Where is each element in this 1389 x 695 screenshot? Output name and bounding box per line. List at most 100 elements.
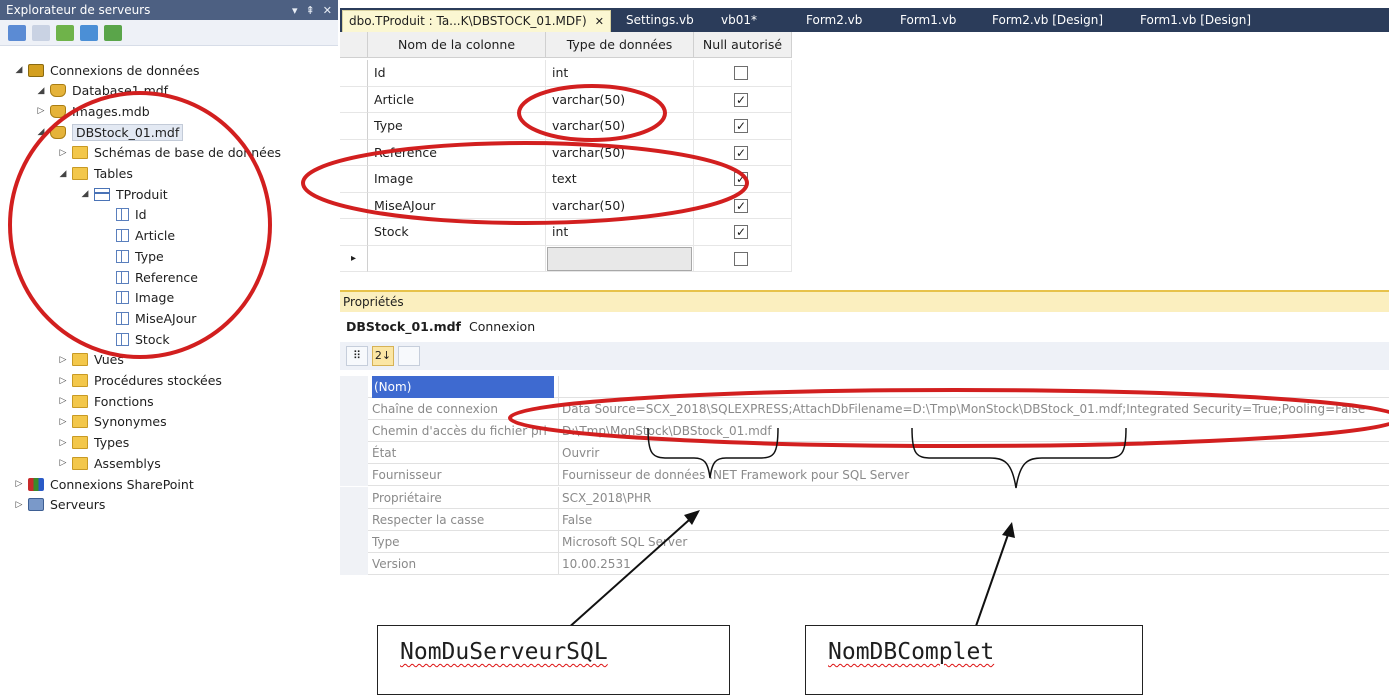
row-header[interactable] (340, 139, 368, 166)
data-type-cell[interactable]: int (546, 60, 694, 87)
document-tab[interactable]: Settings.vb (626, 10, 694, 32)
dropdown-icon[interactable]: ▾ (292, 4, 298, 17)
column-header-nullable[interactable]: Null autorisé (694, 32, 792, 58)
nullable-checkbox[interactable]: ✓ (734, 145, 748, 160)
connect-database-icon[interactable] (56, 24, 74, 41)
expand-arrow-icon[interactable]: ▷ (56, 417, 70, 427)
expand-arrow-icon[interactable]: ▷ (56, 376, 70, 386)
expand-arrow-icon[interactable]: ◢ (34, 127, 48, 137)
document-tab[interactable]: Form1.vb [Design] (1140, 10, 1251, 32)
table-row[interactable]: MiseAJour varchar(50) ✓ (340, 192, 792, 219)
tree-node[interactable]: Image (100, 288, 174, 308)
property-pages-icon[interactable] (398, 346, 420, 366)
property-value[interactable]: D:\TMP\MONSTOCK\DBSTOCK_01.MDF (558, 376, 791, 398)
tree-node[interactable]: ◢ Connexions de données (12, 60, 200, 80)
tree-node[interactable]: MiseAJour (100, 308, 196, 328)
tree-node[interactable]: ▷ Schémas de base de données (56, 143, 282, 163)
connect-sharepoint-icon[interactable] (80, 24, 98, 41)
property-value[interactable]: False (558, 508, 592, 531)
table-row[interactable]: Reference varchar(50) ✓ (340, 139, 792, 166)
column-name-cell[interactable]: Article (368, 86, 546, 113)
property-value[interactable]: Ouvrir (558, 442, 599, 465)
expand-arrow-icon[interactable]: ◢ (12, 65, 26, 75)
property-row[interactable]: Propriétaire SCX_2018\PHR (340, 486, 1389, 509)
document-tab[interactable]: Form2.vb [Design] (992, 10, 1103, 32)
tree-node[interactable]: ▷ Types (56, 433, 130, 453)
column-name-cell[interactable]: MiseAJour (368, 192, 546, 219)
expand-arrow-icon[interactable]: ◢ (78, 189, 92, 199)
property-row[interactable]: Version 10.00.2531 (340, 552, 1389, 575)
tree-node[interactable]: ▷ Assemblys (56, 453, 161, 473)
property-value[interactable]: Data Source=SCX_2018\SQLEXPRESS;AttachDb… (558, 398, 1365, 421)
data-type-cell[interactable]: varchar(50) (546, 192, 694, 219)
data-type-cell[interactable]: text (546, 166, 694, 193)
tree-node[interactable]: ◢ DBStock_01.mdf (34, 122, 184, 142)
data-type-cell[interactable]: varchar(50) (546, 113, 694, 140)
column-header-name[interactable]: Nom de la colonne (368, 32, 546, 58)
stop-icon[interactable] (32, 24, 50, 41)
tree-node[interactable]: ◢ Database1.mdf (34, 81, 169, 101)
tree-node[interactable]: Stock (100, 329, 170, 349)
expand-arrow-icon[interactable]: ▷ (56, 148, 70, 158)
new-data-type-cell[interactable] (546, 245, 694, 272)
new-data-type-input[interactable] (547, 246, 692, 271)
row-header[interactable] (340, 86, 368, 113)
data-type-cell[interactable]: int (546, 219, 694, 246)
connect-server-icon[interactable] (104, 24, 122, 41)
row-header[interactable] (340, 60, 368, 87)
property-row[interactable]: Fournisseur Fournisseur de données .NET F… (340, 464, 1389, 487)
tree-node[interactable]: ▷ Serveurs (12, 495, 106, 515)
property-row[interactable]: État Ouvrir (340, 442, 1389, 465)
properties-object-selector[interactable]: DBStock_01.mdf Connexion (340, 312, 1389, 342)
expand-arrow-icon[interactable]: ▷ (34, 106, 48, 116)
column-name-cell[interactable]: Stock (368, 219, 546, 246)
table-row[interactable]: Article varchar(50) ✓ (340, 86, 792, 113)
column-name-cell[interactable]: Id (368, 60, 546, 87)
row-header[interactable] (340, 113, 368, 140)
tree-node[interactable]: Id (100, 205, 147, 225)
nullable-checkbox[interactable] (734, 66, 748, 80)
tree-node[interactable]: ▷ Vues (56, 350, 124, 370)
nullable-checkbox[interactable]: ✓ (734, 198, 748, 213)
property-row[interactable]: Type Microsoft SQL Server (340, 530, 1389, 553)
tree-node[interactable]: ▷ Procédures stockées (56, 371, 222, 391)
nullable-checkbox[interactable]: ✓ (734, 225, 748, 239)
nullable-checkbox[interactable]: ✓ (734, 119, 748, 133)
categorized-icon[interactable]: ⠿ (346, 346, 368, 366)
expand-arrow-icon[interactable]: ▷ (56, 355, 70, 365)
document-tab[interactable]: dbo.TProduit : Ta...K\DBSTOCK_01.MDF) ✕ (342, 10, 611, 32)
row-header[interactable] (340, 192, 368, 219)
new-table-row[interactable]: ▸ (340, 245, 792, 272)
expand-arrow-icon[interactable]: ▷ (56, 458, 70, 468)
tree-node[interactable]: ◢ Tables (56, 164, 133, 184)
nullable-checkbox[interactable]: ✓ (734, 172, 748, 186)
refresh-icon[interactable] (8, 24, 26, 41)
column-header-type[interactable]: Type de données (546, 32, 694, 58)
expand-arrow-icon[interactable]: ▷ (56, 396, 70, 406)
property-value[interactable]: 10.00.2531 (558, 552, 631, 575)
property-value[interactable]: SCX_2018\PHR (558, 486, 651, 509)
property-value[interactable]: Fournisseur de données .NET Framework po… (558, 464, 909, 487)
data-type-cell[interactable]: varchar(50) (546, 86, 694, 113)
alphabetical-icon[interactable]: 2↓ (372, 346, 394, 366)
table-row[interactable]: Type varchar(50) ✓ (340, 113, 792, 140)
tree-node[interactable]: ▷ Images.mdb (34, 101, 150, 121)
expand-arrow-icon[interactable]: ▷ (56, 438, 70, 448)
tree-node[interactable]: Type (100, 246, 164, 266)
column-name-cell[interactable]: Type (368, 113, 546, 140)
property-value[interactable]: Microsoft SQL Server (558, 530, 687, 553)
document-tab[interactable]: vb01* (721, 10, 757, 32)
tree-node[interactable]: ▷ Connexions SharePoint (12, 474, 194, 494)
document-tab[interactable]: Form2.vb (806, 10, 862, 32)
table-row[interactable]: Image text ✓ (340, 166, 792, 193)
new-column-name-cell[interactable] (368, 245, 546, 272)
column-name-cell[interactable]: Reference (368, 139, 546, 166)
row-header[interactable] (340, 219, 368, 246)
table-row[interactable]: Stock int ✓ (340, 219, 792, 246)
data-type-cell[interactable]: varchar(50) (546, 139, 694, 166)
property-row[interactable]: Chemin d'accès du fichier pri D:\Tmp\MonS… (340, 420, 1389, 443)
tree-node[interactable]: ◢ TProduit (78, 184, 168, 204)
close-icon[interactable]: ✕ (323, 4, 332, 17)
property-row[interactable]: (Nom) D:\TMP\MONSTOCK\DBSTOCK_01.MDF (340, 376, 1389, 399)
row-header[interactable] (340, 166, 368, 193)
